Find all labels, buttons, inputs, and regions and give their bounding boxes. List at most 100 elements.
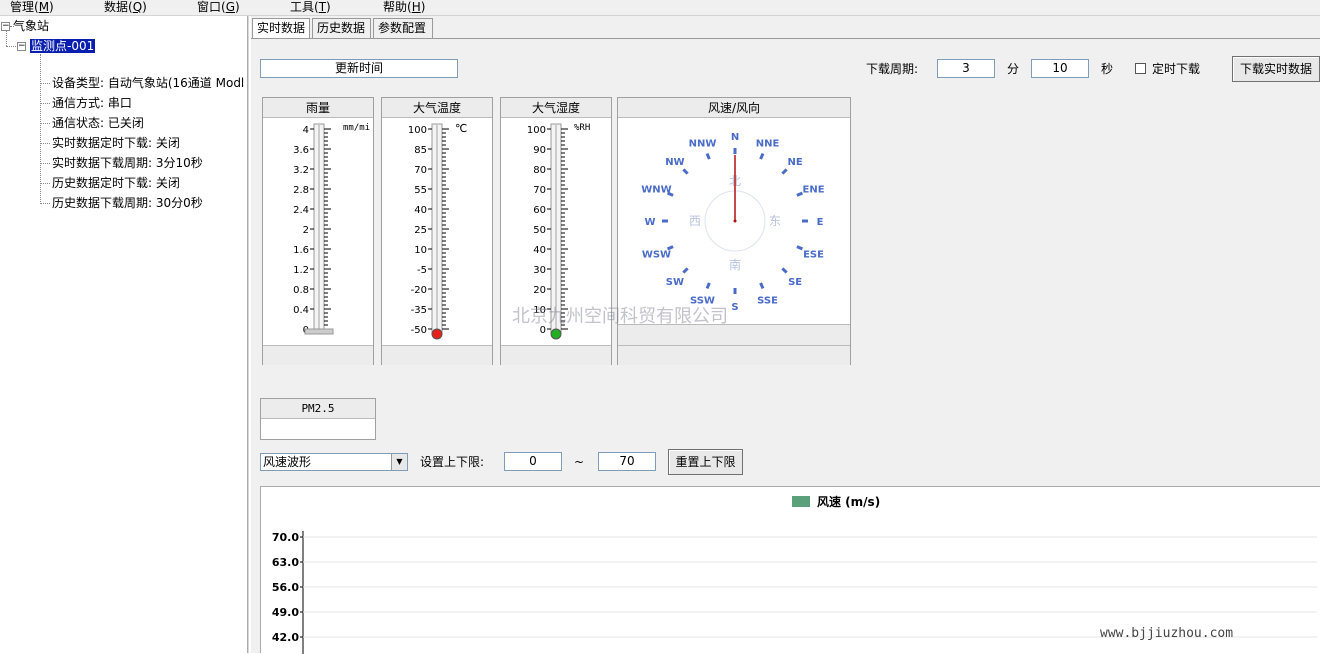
- compass-hub: [733, 219, 737, 223]
- menu-manage-label: 管理(: [10, 0, 39, 14]
- temperature-tick-label: -20: [411, 285, 427, 296]
- tab-history[interactable]: 历史数据: [312, 18, 371, 38]
- compass-label-ene: ENE: [803, 184, 825, 195]
- y-tick-label: 70.0: [272, 531, 299, 544]
- humidity-bulb: [550, 328, 562, 340]
- legend-series-label: 风速 (m/s): [817, 494, 880, 509]
- menu-help-label: 帮助(: [383, 0, 412, 14]
- rain-tick-label: 3.2: [293, 165, 309, 176]
- rain-tick-label: 2: [303, 225, 309, 236]
- temperature-tick-label: -50: [411, 325, 427, 336]
- temperature-bulb: [431, 328, 443, 340]
- lower-limit-input[interactable]: 0: [504, 452, 562, 471]
- compass-label-s: S: [731, 302, 738, 313]
- minutes-unit: 分: [1007, 62, 1020, 76]
- rain-tick-label: 0.4: [293, 305, 309, 316]
- waveform-select[interactable]: 风速波形 ▼: [260, 453, 408, 471]
- tab-strip-line: [251, 38, 1320, 39]
- menu-data-label: 数据(: [104, 0, 133, 14]
- humidity-tick-label: 50: [533, 225, 546, 236]
- seconds-input[interactable]: 10: [1031, 59, 1089, 78]
- temperature-tick-label: -35: [411, 305, 427, 316]
- tree-connector: [40, 183, 50, 184]
- compass-cn-label: 南: [729, 257, 741, 272]
- download-realtime-button[interactable]: 下载实时数据: [1232, 56, 1320, 82]
- menu-window-label: 窗口(: [197, 0, 226, 14]
- tree-item-comm-mode[interactable]: 通信方式: 串口: [52, 96, 132, 110]
- tree-item-device-type[interactable]: 设备类型: 自动气象站(16通道 Modl: [52, 76, 244, 90]
- tree-item-realtime-period[interactable]: 实时数据下载周期: 3分10秒: [52, 156, 203, 170]
- y-tick-label: 49.0: [272, 606, 299, 619]
- watermark-company: 北京九州空间科贸有限公司: [512, 306, 728, 327]
- menu-data-key: Q: [132, 0, 143, 14]
- wind-gauge-footer: [618, 345, 850, 365]
- compass-tick-ese: [796, 245, 804, 251]
- limit-label: 设置上下限:: [420, 455, 485, 469]
- menu-data-suffix: ): [142, 0, 147, 14]
- node-collapse-icon[interactable]: −: [17, 42, 26, 51]
- menu-manage-suffix: ): [49, 0, 54, 14]
- legend-swatch: [792, 496, 810, 507]
- compass-label-nw: NW: [665, 157, 684, 168]
- menu-help-key: H: [411, 0, 421, 14]
- upper-limit-input[interactable]: 70: [598, 452, 656, 471]
- tree-node-monitor-point[interactable]: 监测点-001: [30, 39, 96, 53]
- compass-label-ne: NE: [788, 157, 803, 168]
- menu-window[interactable]: 窗口(G): [197, 0, 240, 14]
- compass-tick-nw: [682, 168, 689, 175]
- tab-realtime[interactable]: 实时数据: [252, 18, 310, 38]
- panel-splitter[interactable]: [247, 16, 250, 653]
- compass-label-e: E: [817, 217, 824, 228]
- menu-tools[interactable]: 工具(T): [290, 0, 331, 14]
- tab-config[interactable]: 参数配置: [373, 18, 433, 38]
- humidity-tick-label: 70: [533, 185, 546, 196]
- tree-item-comm-status[interactable]: 通信状态: 已关闭: [52, 116, 144, 130]
- humidity-tick-label: 30: [533, 265, 546, 276]
- chevron-down-icon[interactable]: ▼: [391, 454, 407, 470]
- temperature-tick-label: 40: [414, 205, 427, 216]
- y-tick-label: 63.0: [272, 556, 299, 569]
- tree-item-history-period[interactable]: 历史数据下载周期: 30分0秒: [52, 196, 203, 210]
- humidity-gauge-title: 大气湿度: [501, 98, 611, 118]
- humidity-unit: %RH: [574, 123, 591, 133]
- tree-root-weather-station[interactable]: 气象站: [13, 19, 49, 33]
- compass-label-w: W: [644, 217, 655, 228]
- compass-tick-sw: [682, 267, 689, 274]
- timed-download-label: 定时下载: [1152, 62, 1201, 76]
- menu-window-key: G: [225, 0, 235, 14]
- menu-help-suffix: ): [420, 0, 426, 14]
- tree-connector: [40, 103, 50, 104]
- rain-tick-label: 1.2: [293, 265, 309, 276]
- pm25-title: PM2.5: [261, 399, 375, 419]
- compass-cn-label: 西: [689, 214, 701, 228]
- pm25-value: [261, 420, 375, 439]
- rain-gauge-title: 雨量: [263, 98, 373, 118]
- y-tick-label: 56.0: [272, 581, 299, 594]
- menu-data[interactable]: 数据(Q): [104, 0, 147, 14]
- compass-cn-label: 东: [769, 214, 781, 228]
- temperature-unit: ℃: [455, 122, 468, 135]
- temperature-tick-label: 55: [414, 185, 427, 196]
- rain-gauge: 雨量 43.63.22.82.421.61.20.80.40 mm/mi: [262, 97, 374, 365]
- timed-download-checkbox[interactable]: [1135, 63, 1146, 74]
- menu-help[interactable]: 帮助(H): [383, 0, 425, 14]
- compass-tick-nnw: [705, 152, 711, 160]
- temperature-tick-label: -5: [417, 265, 427, 276]
- temperature-tick-label: 85: [414, 145, 427, 156]
- humidity-tick-label: 20: [533, 285, 546, 296]
- root-collapse-icon[interactable]: −: [1, 22, 10, 31]
- menu-manage[interactable]: 管理(M): [10, 0, 54, 14]
- rain-tick-label: 2.8: [293, 185, 309, 196]
- y-tick-label: 42.0: [272, 631, 299, 644]
- humidity-gauge-footer: [501, 345, 611, 365]
- watermark-url: www.bjjiuzhou.com: [1100, 626, 1234, 641]
- compass-label-nne: NNE: [756, 138, 780, 149]
- tree-item-realtime-timed[interactable]: 实时数据定时下载: 关闭: [52, 136, 180, 150]
- minutes-input[interactable]: 3: [937, 59, 995, 78]
- wind-compass: NNNENEENEEESESESSESSSWSWWSWWWNWNWNNW北东南西: [641, 132, 825, 313]
- compass-tick-sse: [759, 282, 765, 290]
- reset-limits-button[interactable]: 重置上下限: [668, 449, 743, 475]
- tree-item-history-timed[interactable]: 历史数据定时下载: 关闭: [52, 176, 180, 190]
- update-time-field: 更新时间: [260, 59, 458, 78]
- compass-label-wnw: WNW: [641, 184, 671, 195]
